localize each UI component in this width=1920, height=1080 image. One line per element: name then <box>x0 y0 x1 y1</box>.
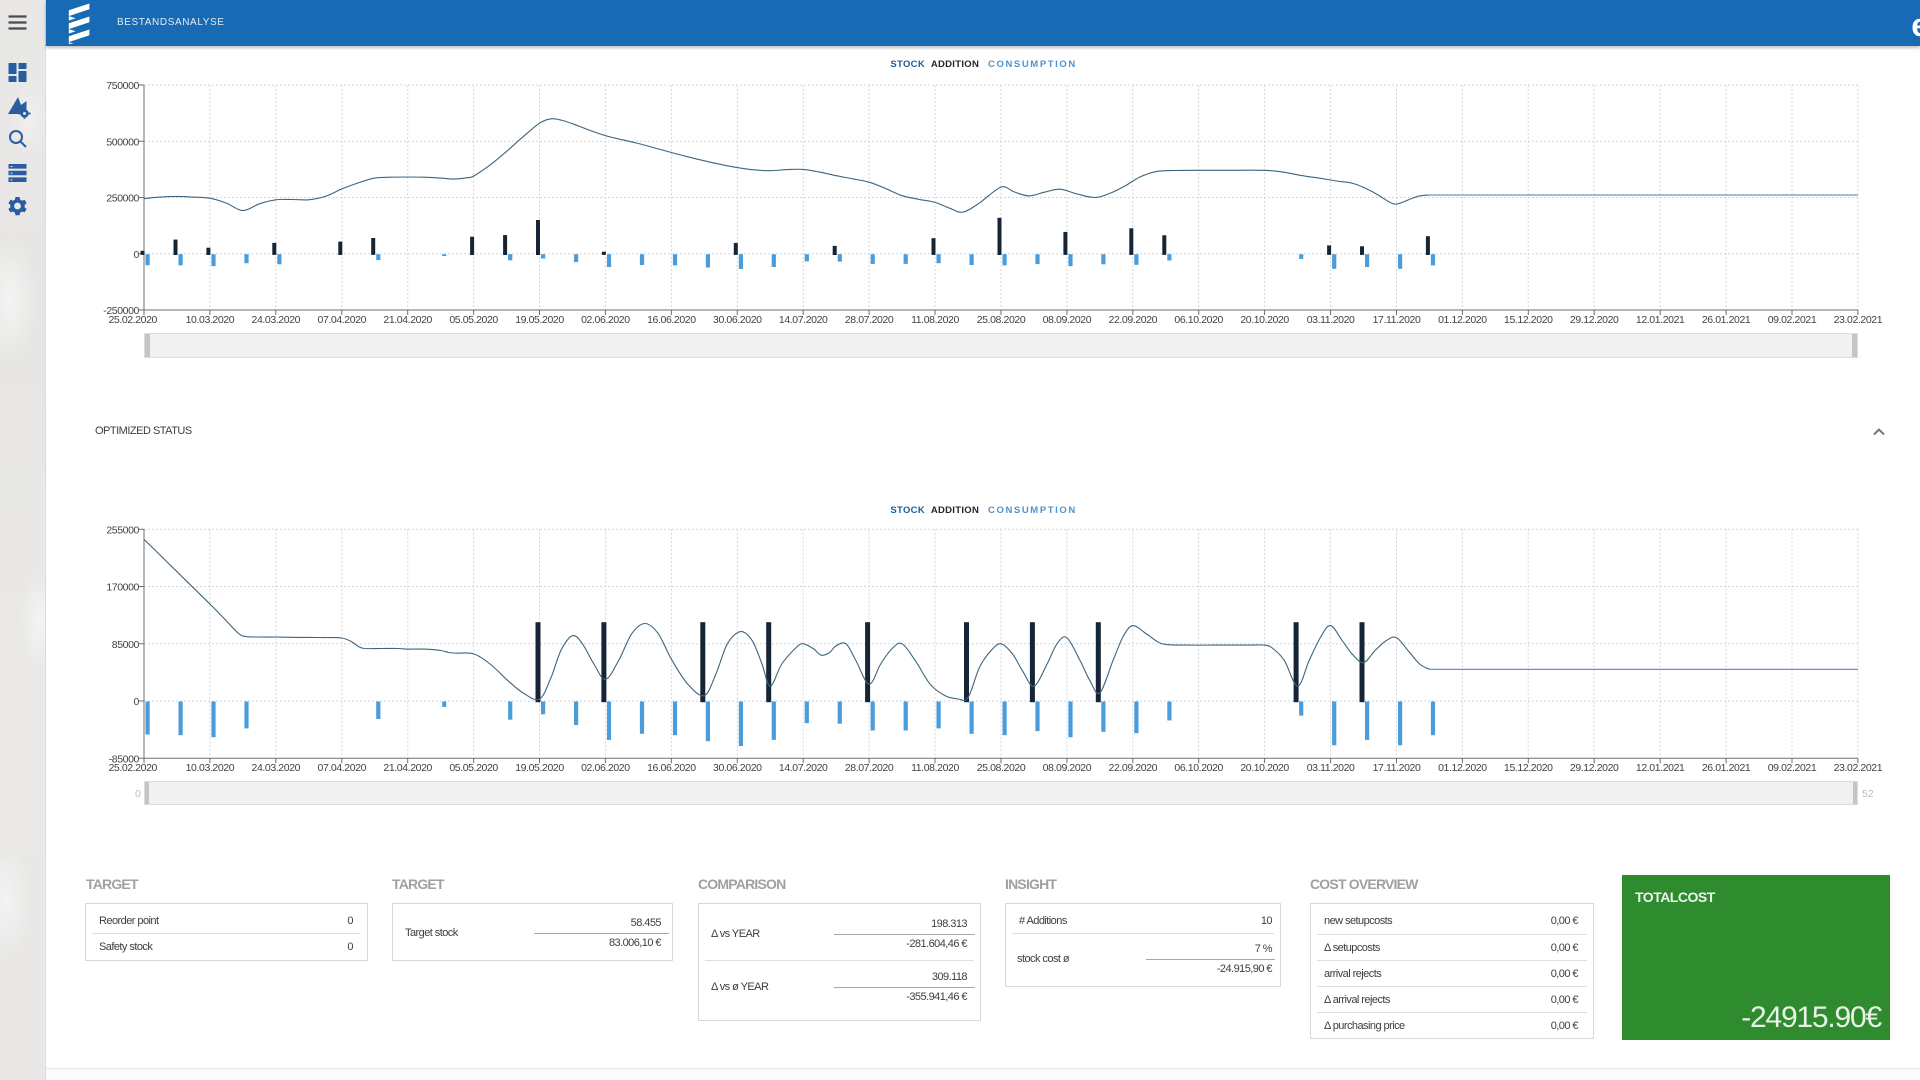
svg-text:19.05.2020: 19.05.2020 <box>515 314 564 326</box>
svg-text:29.12.2020: 29.12.2020 <box>1570 314 1619 326</box>
svg-text:06.10.2020: 06.10.2020 <box>1174 762 1223 774</box>
svg-text:21.04.2020: 21.04.2020 <box>383 762 432 774</box>
svg-text:ADDITION: ADDITION <box>931 59 979 70</box>
svg-text:28.07.2020: 28.07.2020 <box>845 762 894 774</box>
svg-text:STOCK: STOCK <box>890 505 925 516</box>
svg-text:23.02.2021: 23.02.2021 <box>1834 314 1883 326</box>
svg-text:10.03.2020: 10.03.2020 <box>186 762 235 774</box>
svg-text:0: 0 <box>134 249 140 261</box>
svg-text:24.03.2020: 24.03.2020 <box>252 762 301 774</box>
svg-text:09.02.2021: 09.02.2021 <box>1768 762 1817 774</box>
svg-text:17.11.2020: 17.11.2020 <box>1373 762 1421 774</box>
svg-text:CONSUMPTION: CONSUMPTION <box>988 505 1077 516</box>
svg-text:16.06.2020: 16.06.2020 <box>647 314 696 326</box>
svg-text:03.11.2020: 03.11.2020 <box>1307 762 1355 774</box>
svg-text:07.04.2020: 07.04.2020 <box>318 762 367 774</box>
svg-text:25.02.2020: 25.02.2020 <box>108 314 157 326</box>
svg-text:09.02.2021: 09.02.2021 <box>1768 314 1817 326</box>
svg-text:24.03.2020: 24.03.2020 <box>252 314 301 326</box>
svg-text:25.08.2020: 25.08.2020 <box>977 314 1026 326</box>
svg-text:20.10.2020: 20.10.2020 <box>1240 314 1289 326</box>
svg-text:20.10.2020: 20.10.2020 <box>1240 762 1289 774</box>
svg-text:500000: 500000 <box>106 136 139 148</box>
svg-text:14.07.2020: 14.07.2020 <box>779 314 828 326</box>
svg-text:12.01.2021: 12.01.2021 <box>1636 762 1685 774</box>
svg-text:0: 0 <box>134 696 140 708</box>
svg-text:15.12.2020: 15.12.2020 <box>1504 314 1553 326</box>
svg-text:21.04.2020: 21.04.2020 <box>383 314 432 326</box>
svg-text:11.08.2020: 11.08.2020 <box>911 762 959 774</box>
svg-text:12.01.2021: 12.01.2021 <box>1636 314 1685 326</box>
svg-text:170000: 170000 <box>106 582 139 594</box>
svg-text:29.12.2020: 29.12.2020 <box>1570 762 1619 774</box>
svg-text:19.05.2020: 19.05.2020 <box>515 762 564 774</box>
svg-text:ADDITION: ADDITION <box>931 505 979 516</box>
svg-text:08.09.2020: 08.09.2020 <box>1043 314 1092 326</box>
svg-text:30.06.2020: 30.06.2020 <box>713 314 762 326</box>
svg-text:22.09.2020: 22.09.2020 <box>1109 314 1158 326</box>
svg-text:14.07.2020: 14.07.2020 <box>779 762 828 774</box>
svg-text:03.11.2020: 03.11.2020 <box>1307 314 1355 326</box>
svg-text:16.06.2020: 16.06.2020 <box>647 762 696 774</box>
svg-text:15.12.2020: 15.12.2020 <box>1504 762 1553 774</box>
svg-text:11.08.2020: 11.08.2020 <box>911 314 959 326</box>
svg-text:255000: 255000 <box>106 524 139 536</box>
svg-text:01.12.2020: 01.12.2020 <box>1438 314 1487 326</box>
svg-text:17.11.2020: 17.11.2020 <box>1373 314 1421 326</box>
svg-text:28.07.2020: 28.07.2020 <box>845 314 894 326</box>
svg-text:22.09.2020: 22.09.2020 <box>1109 762 1158 774</box>
svg-text:01.12.2020: 01.12.2020 <box>1438 762 1487 774</box>
svg-text:26.01.2021: 26.01.2021 <box>1702 314 1751 326</box>
svg-text:CONSUMPTION: CONSUMPTION <box>988 59 1077 70</box>
svg-text:30.06.2020: 30.06.2020 <box>713 762 762 774</box>
svg-text:250000: 250000 <box>106 193 139 205</box>
svg-text:05.05.2020: 05.05.2020 <box>449 314 498 326</box>
svg-text:06.10.2020: 06.10.2020 <box>1174 314 1223 326</box>
svg-text:05.05.2020: 05.05.2020 <box>449 762 498 774</box>
svg-text:25.08.2020: 25.08.2020 <box>977 762 1026 774</box>
svg-text:STOCK: STOCK <box>890 59 925 70</box>
svg-text:25.02.2020: 25.02.2020 <box>108 762 157 774</box>
svg-text:02.06.2020: 02.06.2020 <box>581 314 630 326</box>
svg-text:07.04.2020: 07.04.2020 <box>318 314 367 326</box>
svg-text:23.02.2021: 23.02.2021 <box>1834 762 1883 774</box>
svg-text:750000: 750000 <box>106 80 139 92</box>
svg-text:08.09.2020: 08.09.2020 <box>1043 762 1092 774</box>
svg-text:10.03.2020: 10.03.2020 <box>186 314 235 326</box>
svg-text:85000: 85000 <box>112 639 140 651</box>
svg-text:02.06.2020: 02.06.2020 <box>581 762 630 774</box>
svg-text:26.01.2021: 26.01.2021 <box>1702 762 1751 774</box>
